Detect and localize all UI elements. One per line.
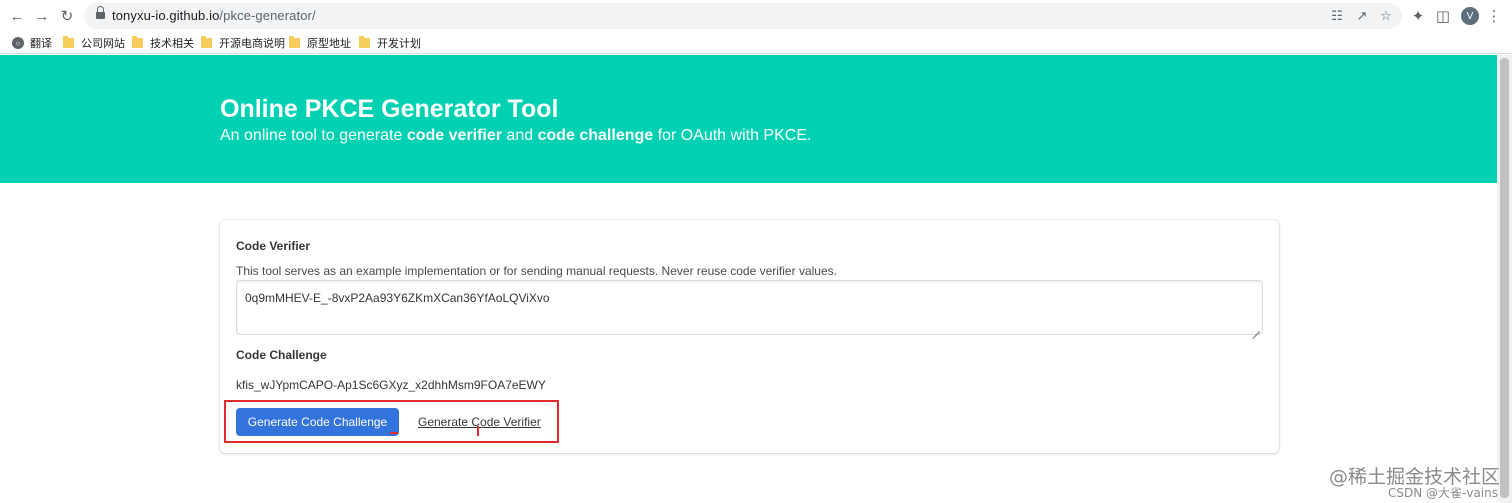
star-icon[interactable]: ☆ bbox=[1378, 8, 1394, 24]
bookmark-item[interactable]: 公司网站 bbox=[63, 35, 125, 51]
cursor-marker bbox=[477, 426, 479, 436]
folder-icon bbox=[201, 36, 212, 48]
bookmark-item[interactable]: 原型地址 bbox=[289, 35, 351, 51]
forward-arrow-icon[interactable]: → bbox=[32, 6, 52, 26]
back-arrow-icon[interactable]: ← bbox=[7, 6, 27, 26]
page-scrollbar[interactable] bbox=[1497, 55, 1512, 503]
code-verifier-textarea[interactable]: 0q9mMHEV-E_-8vxP2Aa93Y6ZKmXCan36YfAoLQVi… bbox=[236, 280, 1263, 335]
url-text: tonyxu-io.github.io/pkce-generator/ bbox=[112, 8, 316, 23]
annotation-mark bbox=[390, 432, 398, 434]
reload-icon[interactable]: ↻ bbox=[57, 6, 77, 26]
extensions-icon[interactable]: ✦ bbox=[1408, 6, 1428, 26]
watermark-sub: CSDN @大雀-vains bbox=[1387, 486, 1498, 500]
bookmark-item[interactable]: 技术相关 bbox=[132, 35, 194, 51]
highlight-box bbox=[224, 400, 559, 443]
avatar[interactable]: V bbox=[1461, 7, 1479, 25]
page-title: Online PKCE Generator Tool bbox=[220, 95, 559, 123]
resize-handle-icon[interactable] bbox=[1252, 324, 1260, 332]
code-verifier-value: 0q9mMHEV-E_-8vxP2Aa93Y6ZKmXCan36YfAoLQVi… bbox=[245, 291, 550, 305]
address-bar[interactable]: tonyxu-io.github.io/pkce-generator/ ☷ ↗ … bbox=[84, 3, 1402, 29]
folder-icon bbox=[63, 36, 74, 48]
code-challenge-value: kfis_wJYpmCAPO-Ap1Sc6GXyz_x2dhhMsm9FOA7e… bbox=[236, 378, 546, 392]
globe-icon: ○ bbox=[12, 37, 24, 49]
folder-icon bbox=[132, 36, 143, 48]
browser-toolbar: ← → ↻ tonyxu-io.github.io/pkce-generator… bbox=[0, 0, 1512, 32]
code-verifier-label: Code Verifier bbox=[236, 239, 311, 253]
folder-icon bbox=[289, 36, 300, 48]
bookmark-item[interactable]: 开发计划 bbox=[359, 35, 421, 51]
folder-icon bbox=[359, 36, 370, 48]
translate-icon[interactable]: ☷ bbox=[1329, 8, 1345, 24]
scroll-thumb[interactable] bbox=[1500, 58, 1509, 498]
lock-icon bbox=[96, 6, 105, 21]
code-verifier-help: This tool serves as an example implement… bbox=[236, 264, 837, 278]
bookmarks-bar: ○ 翻译 公司网站 技术相关 开源电商说明 原型地址 开发计划 bbox=[0, 32, 1512, 54]
menu-dots-icon[interactable]: ⋮ bbox=[1484, 6, 1504, 26]
code-challenge-label: Code Challenge bbox=[236, 348, 327, 362]
bookmark-item[interactable]: 开源电商说明 bbox=[201, 35, 285, 51]
bookmark-translate[interactable]: ○ 翻译 bbox=[12, 35, 52, 51]
page-subtitle: An online tool to generate code verifier… bbox=[220, 127, 812, 144]
hero-banner: Online PKCE Generator Tool An online too… bbox=[0, 55, 1497, 183]
side-panel-icon[interactable]: ◫ bbox=[1433, 6, 1453, 26]
share-icon[interactable]: ↗ bbox=[1354, 8, 1370, 24]
